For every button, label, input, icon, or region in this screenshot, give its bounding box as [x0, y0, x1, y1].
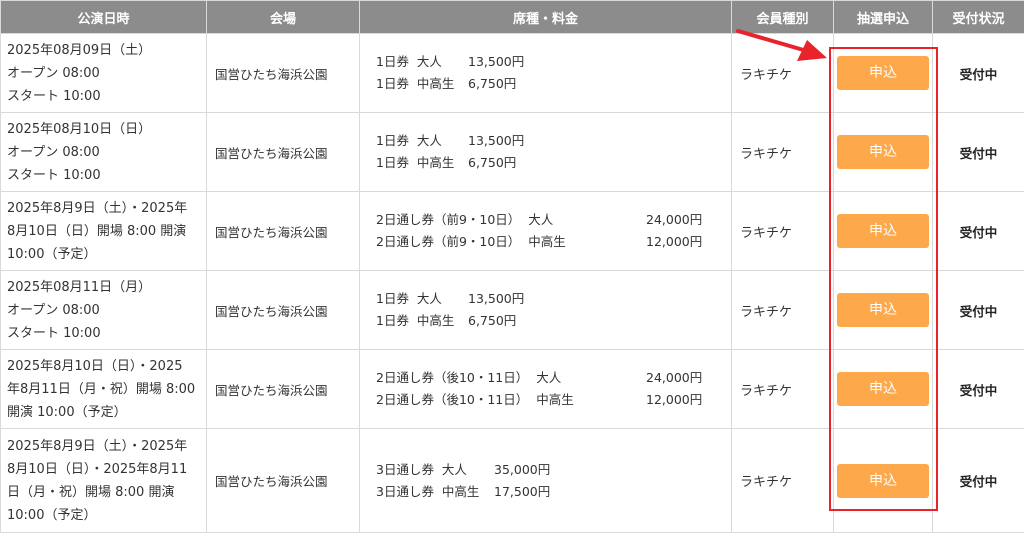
seat-price-cell: 2日通し券（前9・10日） 大人 24,000円 2日通し券（前9・10日） 中高生…	[359, 191, 732, 271]
performance-date: 2025年08月11日（月） オープン 08:00 スタート 10:00	[0, 270, 207, 350]
member-type: ラキチケ	[731, 428, 834, 533]
table-row: 2025年08月10日（日） オープン 08:00 スタート 10:00 国営ひた…	[0, 112, 1024, 192]
apply-button[interactable]: 申込	[837, 135, 929, 169]
performance-date: 2025年08月09日（土） オープン 08:00 スタート 10:00	[0, 33, 207, 113]
seat-price: 24,000円	[646, 212, 703, 227]
seat-price-cell: 1日券 大人 13,500円 1日券 中高生 6,750円	[359, 112, 732, 192]
seat-price: 13,500円	[468, 291, 525, 306]
apply-cell: 申込	[833, 191, 933, 271]
table-header-row: 公演日時 会場 席種・料金 会員種別 抽選申込 受付状況	[0, 0, 1024, 34]
member-type: ラキチケ	[731, 349, 834, 429]
seat-name: 1日券 大人	[376, 291, 442, 306]
seat-price-cell: 1日券 大人 13,500円 1日券 中高生 6,750円	[359, 33, 732, 113]
status-badge: 受付中	[932, 112, 1024, 192]
seat-name: 3日通し券 中高生	[376, 483, 480, 499]
seat-price: 6,750円	[468, 155, 517, 170]
apply-cell: 申込	[833, 349, 933, 429]
seat-line: 1日券 中高生 6,750円	[376, 152, 715, 174]
table-row: 2025年08月11日（月） オープン 08:00 スタート 10:00 国営ひた…	[0, 270, 1024, 350]
apply-button[interactable]: 申込	[837, 372, 929, 406]
apply-cell: 申込	[833, 428, 933, 533]
seat-price: 12,000円	[646, 234, 703, 249]
header-venue: 会場	[206, 0, 360, 34]
seat-line: 3日通し券 大人 35,000円	[376, 459, 715, 481]
arrow-icon	[736, 29, 827, 61]
seat-name: 2日通し券（後10・11日） 大人	[376, 370, 562, 385]
seat-line: 2日通し券（前9・10日） 中高生 12,000円	[376, 231, 715, 253]
header-seat: 席種・料金	[359, 0, 732, 34]
apply-cell: 申込	[833, 112, 933, 192]
venue-name: 国営ひたち海浜公園	[206, 270, 360, 350]
seat-name: 1日券 中高生	[376, 313, 455, 328]
venue-name: 国営ひたち海浜公園	[206, 33, 360, 113]
apply-cell: 申込	[833, 33, 933, 113]
seat-price: 6,750円	[468, 313, 517, 328]
table-row: 2025年8月10日（日）・2025 年8月11日（月・祝）開場 8:00 開演…	[0, 349, 1024, 429]
venue-name: 国営ひたち海浜公園	[206, 349, 360, 429]
header-status: 受付状況	[932, 0, 1024, 34]
seat-line: 1日券 中高生 6,750円	[376, 73, 715, 95]
seat-name: 1日券 大人	[376, 54, 442, 69]
seat-name: 3日通し券 大人	[376, 461, 467, 477]
seat-line: 1日券 中高生 6,750円	[376, 310, 715, 332]
seat-price: 35,000円	[494, 461, 551, 477]
status-badge: 受付中	[932, 191, 1024, 271]
seat-line: 1日券 大人 13,500円	[376, 51, 715, 73]
status-badge: 受付中	[932, 33, 1024, 113]
seat-name: 2日通し券（後10・11日） 中高生	[376, 392, 574, 407]
header-apply: 抽選申込	[833, 0, 933, 34]
seat-line: 1日券 大人 13,500円	[376, 288, 715, 310]
performance-date: 2025年8月10日（日）・2025 年8月11日（月・祝）開場 8:00 開演…	[0, 349, 207, 429]
apply-cell: 申込	[833, 270, 933, 350]
table-row: 2025年8月9日（土）・2025年 8月10日（日）開場 8:00 開演 10…	[0, 191, 1024, 271]
status-badge: 受付中	[932, 270, 1024, 350]
member-type: ラキチケ	[731, 112, 834, 192]
table-row: 2025年8月9日（土）・2025年 8月10日（日）・2025年8月11 日（…	[0, 428, 1024, 533]
seat-line: 1日券 大人 13,500円	[376, 130, 715, 152]
member-type: ラキチケ	[731, 270, 834, 350]
status-badge: 受付中	[932, 349, 1024, 429]
seat-name: 2日通し券（前9・10日） 中高生	[376, 234, 566, 249]
header-date: 公演日時	[0, 0, 207, 34]
seat-name: 1日券 大人	[376, 133, 442, 148]
seat-line: 2日通し券（後10・11日） 中高生 12,000円	[376, 389, 715, 411]
apply-button[interactable]: 申込	[837, 56, 929, 90]
seat-line: 2日通し券（後10・11日） 大人 24,000円	[376, 367, 715, 389]
member-type: ラキチケ	[731, 191, 834, 271]
table-row: 2025年08月09日（土） オープン 08:00 スタート 10:00 国営ひた…	[0, 33, 1024, 113]
performance-date: 2025年8月9日（土）・2025年 8月10日（日）・2025年8月11 日（…	[0, 428, 207, 533]
venue-name: 国営ひたち海浜公園	[206, 428, 360, 533]
seat-price: 24,000円	[646, 370, 703, 385]
seat-line: 3日通し券 中高生 17,500円	[376, 481, 715, 503]
seat-line: 2日通し券（前9・10日） 大人 24,000円	[376, 209, 715, 231]
seat-price: 13,500円	[468, 54, 525, 69]
venue-name: 国営ひたち海浜公園	[206, 191, 360, 271]
performance-date: 2025年08月10日（日） オープン 08:00 スタート 10:00	[0, 112, 207, 192]
status-badge: 受付中	[932, 428, 1024, 533]
seat-price: 12,000円	[646, 392, 703, 407]
seat-price: 6,750円	[468, 76, 517, 91]
apply-button[interactable]: 申込	[837, 214, 929, 248]
venue-name: 国営ひたち海浜公園	[206, 112, 360, 192]
apply-button[interactable]: 申込	[837, 293, 929, 327]
seat-price: 13,500円	[468, 133, 525, 148]
seat-price-cell: 2日通し券（後10・11日） 大人 24,000円 2日通し券（後10・11日） 中…	[359, 349, 732, 429]
performance-table: 公演日時 会場 席種・料金 会員種別 抽選申込 受付状況 2025年08月09日…	[0, 0, 1024, 533]
apply-button[interactable]: 申込	[837, 463, 929, 498]
seat-price-cell: 3日通し券 大人 35,000円 3日通し券 中高生 17,500円	[359, 428, 732, 533]
seat-price: 17,500円	[494, 483, 551, 499]
seat-name: 2日通し券（前9・10日） 大人	[376, 212, 554, 227]
seat-name: 1日券 中高生	[376, 76, 455, 91]
seat-price-cell: 1日券 大人 13,500円 1日券 中高生 6,750円	[359, 270, 732, 350]
seat-name: 1日券 中高生	[376, 155, 455, 170]
performance-date: 2025年8月9日（土）・2025年 8月10日（日）開場 8:00 開演 10…	[0, 191, 207, 271]
